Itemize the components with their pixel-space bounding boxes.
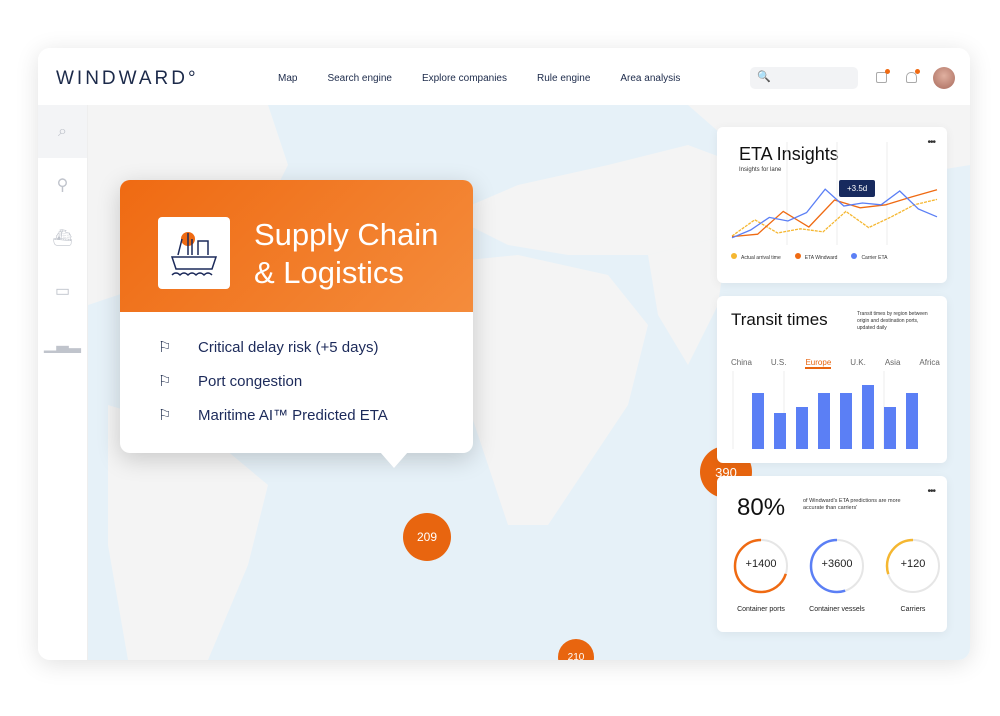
main-nav: Map Search engine Explore companies Rule… [278,73,680,84]
popup-title-line2: & Logistics [254,255,404,290]
flag-icon: ⚐ [158,407,172,424]
bar[interactable] [884,407,896,449]
ship-icon[interactable]: ⛴ [38,211,87,264]
bar[interactable] [774,413,786,449]
bell-icon[interactable] [906,69,920,83]
legend-item: Actual arrival time [731,253,781,261]
flag-icon: ⚐ [158,339,172,356]
stat-percent: 80% [737,494,786,521]
logo: WINDWARD° [56,68,199,89]
popup-title: Supply Chain & Logistics [254,216,438,292]
bar[interactable] [752,393,764,449]
legend-label: Carrier ETA [861,255,888,261]
popup-list: ⚐ Critical delay risk (+5 days) ⚐ Port con… [120,312,473,432]
list-item[interactable]: ⚐ Maritime AI™ Predicted ETA [158,398,473,432]
nav-area-analysis[interactable]: Area analysis [620,73,680,84]
bar-chart-icon[interactable]: ▁▃▂ [38,317,87,370]
stats-card: 80% of Windward's ETA predictions are mo… [717,476,947,632]
legend-label: ETA Windward [804,255,838,261]
app-window: WINDWARD° Map Search engine Explore comp… [38,48,970,660]
ring-value: +1400 [745,558,777,570]
cargo-ship-icon [158,217,230,289]
map-marker-209[interactable]: 209 [403,513,451,561]
popup-title-line1: Supply Chain [254,217,439,252]
flag-icon: ⚐ [158,373,172,390]
stat-ring: +3600 Container vessels [809,538,865,613]
bar[interactable] [862,385,874,449]
popup-pointer [380,452,408,468]
nav-search-engine[interactable]: Search engine [327,73,392,84]
transit-times-card: Transit times Transit times by region be… [717,296,947,463]
nav-rule-engine[interactable]: Rule engine [537,73,590,84]
nav-map[interactable]: Map [278,73,297,84]
bar[interactable] [796,407,808,449]
ring-value: +120 [900,558,926,570]
list-item[interactable]: ⚐ Port congestion [158,364,473,398]
avatar[interactable] [933,67,955,89]
popup-header: Supply Chain & Logistics [120,180,473,312]
search-icon[interactable]: ⌕ [38,105,87,158]
more-icon[interactable]: ••• [927,486,935,497]
legend-item: ETA Windward [794,253,838,261]
stat-ring: +1400 Container ports [733,538,789,613]
list-item-label: Maritime AI™ Predicted ETA [198,406,388,424]
eta-insights-card: ETA Insights Insights for lane ••• +3.5d… [717,127,947,283]
stat-ring: +120 Carriers [885,538,941,613]
supply-chain-popup: Supply Chain & Logistics ⚐ Critical delay… [120,180,473,468]
container-icon[interactable]: ▭ [38,264,87,317]
sidebar: ⌕ ⚲ ⛴ ▭ ▁▃▂ [38,105,88,660]
ring-value: +3600 [821,558,853,570]
ring-label: Carriers [900,606,926,613]
bar[interactable] [840,393,852,449]
list-item[interactable]: ⚐ Critical delay risk (+5 days) [158,330,473,364]
list-item-label: Port congestion [198,372,303,390]
bar[interactable] [906,393,918,449]
legend-label: Actual arrival time [741,255,781,261]
legend-item: Carrier ETA [851,253,887,261]
bar[interactable] [818,393,830,449]
user-search-icon[interactable]: ⚲ [38,158,87,211]
list-item-label: Critical delay risk (+5 days) [198,338,379,356]
nav-explore-companies[interactable]: Explore companies [422,73,507,84]
chart-legend: Actual arrival time ETA Windward Carrier E… [731,253,887,261]
top-nav: WINDWARD° Map Search engine Explore comp… [38,48,970,105]
stat-description: of Windward's ETA predictions are more a… [803,498,901,511]
transit-bar-chart [732,371,918,449]
messages-icon[interactable] [876,69,890,83]
search-input[interactable]: 🔍 [750,67,858,89]
chart-tooltip: +3.5d [839,180,876,197]
